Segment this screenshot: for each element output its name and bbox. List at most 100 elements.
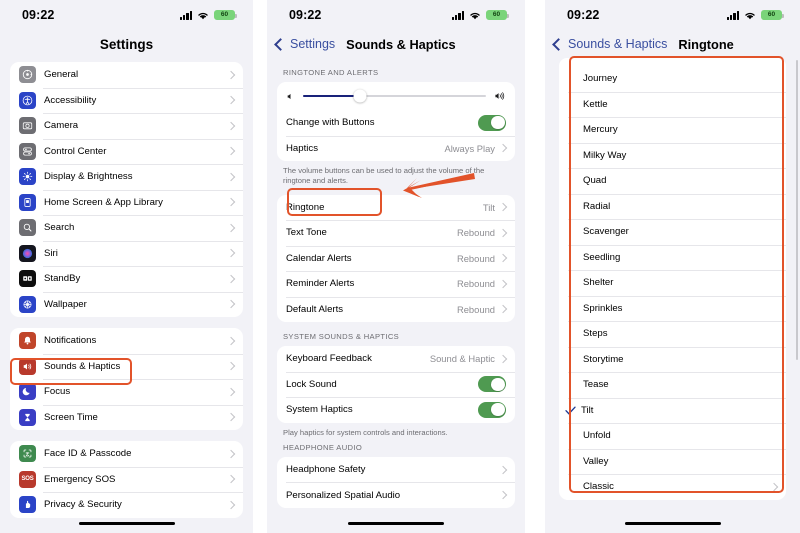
status-bar: 09:22 60 bbox=[545, 0, 800, 30]
list-item[interactable]: Tease bbox=[559, 372, 786, 398]
list-item[interactable]: Quad bbox=[559, 168, 786, 194]
chevron-right-icon bbox=[498, 305, 508, 314]
row-change-with-buttons[interactable]: Change with Buttons bbox=[277, 110, 515, 136]
ringtone-label: Seedling bbox=[583, 251, 621, 263]
chevron-right-icon bbox=[498, 144, 508, 153]
row-text-tone[interactable]: Text Tone Rebound bbox=[277, 220, 515, 246]
sidebar-item-face-id[interactable]: Face ID & Passcode bbox=[10, 441, 243, 467]
sidebar-item-control-center[interactable]: Control Center bbox=[10, 138, 243, 165]
volume-slider-fill bbox=[303, 94, 360, 98]
row-calendar-alerts[interactable]: Calendar Alerts Rebound bbox=[277, 245, 515, 272]
back-button-label[interactable]: Settings bbox=[290, 37, 335, 51]
sidebar-item-home-screen[interactable]: Home Screen & App Library bbox=[10, 189, 243, 216]
sidebar-item-camera[interactable]: Camera bbox=[10, 113, 243, 139]
volume-slider-row[interactable] bbox=[277, 82, 515, 110]
list-item[interactable]: Sprinkles bbox=[559, 295, 786, 322]
sidebar-item-privacy-security[interactable]: Privacy & Security bbox=[10, 492, 243, 518]
page-title: Ringtone bbox=[678, 36, 734, 52]
back-chevron-icon[interactable] bbox=[274, 37, 287, 51]
row-headphone-safety[interactable]: Headphone Safety bbox=[277, 457, 515, 483]
row-default-alerts[interactable]: Default Alerts Rebound bbox=[277, 296, 515, 323]
list-item[interactable]: Steps bbox=[559, 321, 786, 347]
list-item[interactable]: Kettle bbox=[559, 91, 786, 118]
list-item[interactable]: Milky Way bbox=[559, 142, 786, 169]
chevron-right-icon bbox=[226, 336, 236, 345]
toggle-system-haptics[interactable] bbox=[478, 401, 506, 418]
list-item[interactable]: Valley bbox=[559, 448, 786, 475]
list-item[interactable]: Seedling bbox=[559, 244, 786, 271]
chevron-right-icon bbox=[226, 387, 236, 396]
sidebar-item-siri[interactable]: Siri bbox=[10, 240, 243, 267]
chevron-right-icon bbox=[226, 198, 236, 207]
list-item[interactable]: Scavenger bbox=[559, 219, 786, 245]
sidebar-item-wallpaper[interactable]: Wallpaper bbox=[10, 291, 243, 318]
ringtone-label: Scavenger bbox=[583, 226, 629, 238]
home-indicator bbox=[348, 521, 444, 525]
back-button-label[interactable]: Sounds & Haptics bbox=[568, 37, 667, 51]
scroll-indicator[interactable] bbox=[795, 60, 798, 360]
row-label: Headphone Safety bbox=[286, 464, 366, 475]
battery-level: 60 bbox=[767, 10, 776, 18]
sidebar-item-screen-time[interactable]: Screen Time bbox=[10, 404, 243, 431]
nav-bar: Settings bbox=[0, 30, 253, 58]
screenshot-stage: 09:22 60 Settings General Accessibility … bbox=[0, 0, 800, 533]
row-haptics[interactable]: Haptics Always Play bbox=[277, 135, 515, 162]
list-item[interactable]: Unfold bbox=[559, 423, 786, 449]
sidebar-item-focus[interactable]: Focus bbox=[10, 379, 243, 405]
settings-group-3: Face ID & Passcode SOS Emergency SOS Pri… bbox=[10, 441, 243, 518]
list-item[interactable]: Storytime bbox=[559, 346, 786, 373]
chevron-right-icon bbox=[498, 465, 508, 474]
row-label: Focus bbox=[44, 386, 71, 398]
chevron-right-icon bbox=[226, 274, 236, 283]
row-ringtone[interactable]: Ringtone Tilt bbox=[277, 195, 515, 221]
list-item[interactable]: Shelter bbox=[559, 270, 786, 296]
row-value: Rebound bbox=[456, 252, 495, 264]
list-item[interactable]: Mercury bbox=[559, 117, 786, 143]
sidebar-item-search[interactable]: Search bbox=[10, 215, 243, 241]
row-label: Emergency SOS bbox=[44, 473, 116, 485]
sidebar-item-display-brightness[interactable]: Display & Brightness bbox=[10, 164, 243, 190]
system-sounds-card: Keyboard Feedback Sound & Haptic Lock So… bbox=[277, 346, 515, 423]
volume-slider-track[interactable] bbox=[303, 89, 486, 103]
ringtone-label: Shelter bbox=[583, 277, 614, 289]
sidebar-item-emergency-sos[interactable]: SOS Emergency SOS bbox=[10, 466, 243, 493]
sidebar-item-accessibility[interactable]: Accessibility bbox=[10, 87, 243, 114]
row-keyboard-feedback[interactable]: Keyboard Feedback Sound & Haptic bbox=[277, 346, 515, 372]
row-label: Default Alerts bbox=[286, 303, 344, 315]
list-item[interactable]: Journey bbox=[559, 66, 786, 92]
ringtone-label: Classic bbox=[583, 481, 614, 493]
partial-row-above bbox=[559, 58, 786, 66]
sidebar-item-notifications[interactable]: Notifications bbox=[10, 328, 243, 354]
ringtone-list: Journey Kettle Mercury Milky Way Quad Ra… bbox=[545, 58, 800, 500]
back-chevron-icon[interactable] bbox=[552, 37, 565, 51]
wifi-icon bbox=[744, 11, 756, 20]
row-personalized-spatial-audio[interactable]: Personalized Spatial Audio bbox=[277, 482, 515, 508]
row-lock-sound[interactable]: Lock Sound bbox=[277, 371, 515, 398]
toggle-lock-sound[interactable] bbox=[478, 376, 506, 393]
list-item-classic[interactable]: Classic bbox=[559, 474, 786, 500]
camera-icon bbox=[19, 117, 36, 135]
status-time: 09:22 bbox=[289, 8, 322, 22]
phone-panel-settings: 09:22 60 Settings General Accessibility … bbox=[0, 0, 253, 533]
list-item-selected[interactable]: Tilt bbox=[559, 397, 786, 424]
row-value: Sound & Haptic bbox=[429, 353, 495, 365]
row-label: Calendar Alerts bbox=[286, 252, 352, 264]
chevron-right-icon bbox=[226, 121, 236, 130]
chevron-right-icon bbox=[226, 70, 236, 79]
chevron-right-icon bbox=[226, 449, 236, 458]
settings-group-2: Notifications Sounds & Haptics Focus Scr… bbox=[10, 328, 243, 430]
sidebar-item-standby[interactable]: StandBy bbox=[10, 266, 243, 292]
row-value: Rebound bbox=[456, 227, 495, 239]
list-item[interactable]: Radial bbox=[559, 193, 786, 220]
volume-slider-knob[interactable] bbox=[353, 89, 367, 103]
battery-level: 60 bbox=[492, 10, 501, 18]
row-reminder-alerts[interactable]: Reminder Alerts Rebound bbox=[277, 271, 515, 297]
display-brightness-icon bbox=[19, 168, 36, 186]
sounds-haptics-list: RINGTONE AND ALERTS Change with Buttons … bbox=[267, 58, 525, 508]
sidebar-item-general[interactable]: General bbox=[10, 62, 243, 88]
sidebar-item-sounds-haptics[interactable]: Sounds & Haptics bbox=[10, 353, 243, 380]
row-system-haptics[interactable]: System Haptics bbox=[277, 397, 515, 423]
toggle-change-with-buttons[interactable] bbox=[478, 114, 506, 131]
nav-bar: Settings Sounds & Haptics bbox=[267, 30, 525, 58]
wifi-icon bbox=[197, 11, 209, 20]
